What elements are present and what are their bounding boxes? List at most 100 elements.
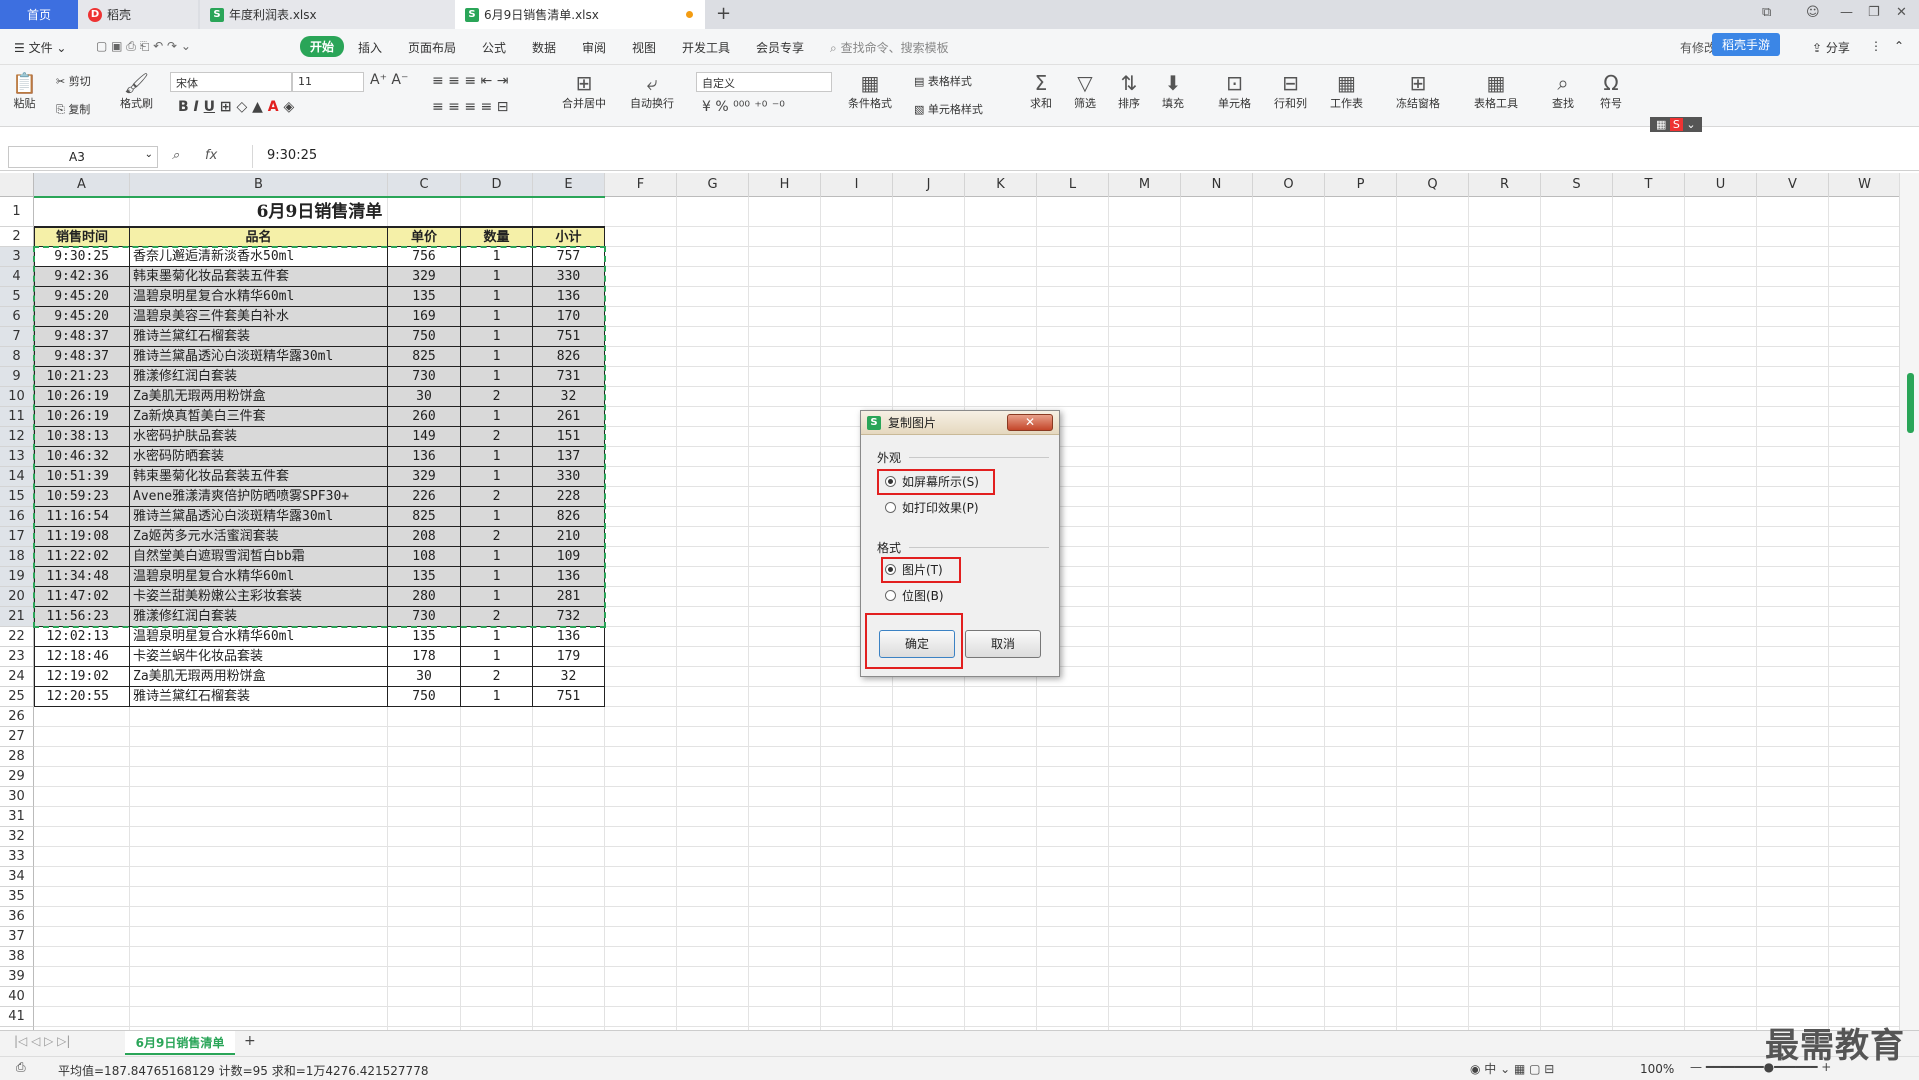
table-cell[interactable]: 1 <box>461 287 533 307</box>
table-cell[interactable]: 韩束墨菊化妆品套装五件套 <box>130 267 388 287</box>
table-cell[interactable]: 1 <box>461 407 533 427</box>
row-header-23[interactable]: 23 <box>0 647 34 667</box>
number-format-select[interactable]: 自定义 <box>696 72 832 92</box>
header-cell[interactable]: 小计 <box>533 227 605 247</box>
table-cell[interactable]: 1 <box>461 647 533 667</box>
tab-profit-sheet[interactable]: S 年度利润表.xlsx <box>200 0 455 29</box>
header-cell[interactable]: 品名 <box>130 227 388 247</box>
cut-button[interactable]: ✂ 剪切 <box>56 73 91 89</box>
column-header-H[interactable]: H <box>749 173 821 197</box>
table-cell[interactable]: 750 <box>388 687 461 707</box>
column-header-W[interactable]: W <box>1829 173 1899 197</box>
table-cell[interactable]: 9:45:20 <box>34 287 130 307</box>
row-header-32[interactable]: 32 <box>0 827 34 847</box>
column-header-O[interactable]: O <box>1253 173 1325 197</box>
table-cell[interactable]: 香奈儿邂逅清新淡香水50ml <box>130 247 388 267</box>
table-cell[interactable]: 750 <box>388 327 461 347</box>
table-cell[interactable]: 228 <box>533 487 605 507</box>
zoom-level[interactable]: 100% <box>1640 1062 1674 1076</box>
row-header-15[interactable]: 15 <box>0 487 34 507</box>
column-header-F[interactable]: F <box>605 173 677 197</box>
table-cell[interactable]: 雅诗兰黛晶透沁白淡斑精华露30ml <box>130 347 388 367</box>
row-header-11[interactable]: 11 <box>0 407 34 427</box>
table-cell[interactable]: 1 <box>461 447 533 467</box>
table-tools-button[interactable]: ▦ 表格工具 <box>1474 71 1518 111</box>
table-cell[interactable]: 2 <box>461 487 533 507</box>
freeze-panes-button[interactable]: ⊞ 冻结窗格 <box>1396 71 1440 111</box>
column-header-D[interactable]: D <box>461 173 533 197</box>
filter-button[interactable]: ▽ 筛选 <box>1074 71 1096 111</box>
row-header-5[interactable]: 5 <box>0 287 34 307</box>
sheet-title[interactable]: 6月9日销售清单 <box>34 197 605 227</box>
table-cell[interactable]: 330 <box>533 467 605 487</box>
option-bitmap[interactable]: 位图(B) <box>885 587 944 604</box>
table-cell[interactable]: 雅漾修红润白套装 <box>130 367 388 387</box>
ime-toolbar[interactable]: ▦ S ⌄ <box>1650 117 1702 132</box>
row-header-40[interactable]: 40 <box>0 987 34 1007</box>
table-cell[interactable]: 1 <box>461 627 533 647</box>
table-cell[interactable]: 825 <box>388 507 461 527</box>
table-cell[interactable]: 水密码防晒套装 <box>130 447 388 467</box>
table-cell[interactable]: 1 <box>461 687 533 707</box>
table-cell[interactable]: 10:26:19 <box>34 407 130 427</box>
align-icons[interactable]: ≡ ≡ ≡ ≡ ⊟ <box>432 99 508 115</box>
table-cell[interactable]: 9:48:37 <box>34 327 130 347</box>
row-header-10[interactable]: 10 <box>0 387 34 407</box>
table-cell[interactable]: 826 <box>533 347 605 367</box>
row-header-37[interactable]: 37 <box>0 927 34 947</box>
table-cell[interactable]: 135 <box>388 567 461 587</box>
row-header-6[interactable]: 6 <box>0 307 34 327</box>
table-cell[interactable]: 136 <box>533 567 605 587</box>
menu-formula[interactable]: 公式 <box>482 39 506 56</box>
row-header-8[interactable]: 8 <box>0 347 34 367</box>
table-cell[interactable]: 11:16:54 <box>34 507 130 527</box>
row-header-27[interactable]: 27 <box>0 727 34 747</box>
row-header-12[interactable]: 12 <box>0 427 34 447</box>
row-header-38[interactable]: 38 <box>0 947 34 967</box>
table-cell[interactable]: 水密码护肤品套装 <box>130 427 388 447</box>
name-box[interactable]: A3 ⌄ <box>8 146 158 168</box>
row-header-35[interactable]: 35 <box>0 887 34 907</box>
cell-style-button[interactable]: ▧ 单元格样式 <box>914 101 983 117</box>
column-header-I[interactable]: I <box>821 173 893 197</box>
sum-button[interactable]: Σ 求和 <box>1030 71 1052 111</box>
table-cell[interactable]: 雅诗兰黛红石榴套装 <box>130 327 388 347</box>
table-cell[interactable]: 11:56:23 <box>34 607 130 627</box>
table-cell[interactable]: 826 <box>533 507 605 527</box>
conditional-format-button[interactable]: ▦ 条件格式 <box>848 71 892 111</box>
table-cell[interactable]: 1 <box>461 367 533 387</box>
sheet-tab-sales[interactable]: 6月9日销售清单 <box>125 1031 235 1055</box>
zoom-formula-icon[interactable]: ⌕ <box>172 148 179 163</box>
table-cell[interactable]: 137 <box>533 447 605 467</box>
table-cell[interactable]: 1 <box>461 587 533 607</box>
row-header-33[interactable]: 33 <box>0 847 34 867</box>
table-cell[interactable]: 10:38:13 <box>34 427 130 447</box>
tab-daoke[interactable]: D 稻壳 <box>78 0 198 29</box>
row-header-16[interactable]: 16 <box>0 507 34 527</box>
table-cell[interactable]: 732 <box>533 607 605 627</box>
font-size-select[interactable]: 11 <box>292 72 364 92</box>
table-cell[interactable]: 136 <box>533 287 605 307</box>
sort-button[interactable]: ⇅ 排序 <box>1118 71 1140 111</box>
table-cell[interactable]: 2 <box>461 607 533 627</box>
merge-center-button[interactable]: ⊞ 合并居中 <box>562 71 606 111</box>
row-header-9[interactable]: 9 <box>0 367 34 387</box>
table-cell[interactable]: 2 <box>461 427 533 447</box>
table-cell[interactable]: 2 <box>461 667 533 687</box>
menu-member[interactable]: 会员专享 <box>756 39 804 56</box>
table-cell[interactable]: 12:19:02 <box>34 667 130 687</box>
table-cell[interactable]: 卡姿兰甜美粉嫩公主彩妆套装 <box>130 587 388 607</box>
row-header-30[interactable]: 30 <box>0 787 34 807</box>
table-cell[interactable]: 9:45:20 <box>34 307 130 327</box>
row-header-7[interactable]: 7 <box>0 327 34 347</box>
table-cell[interactable]: 280 <box>388 587 461 607</box>
header-cell[interactable]: 销售时间 <box>34 227 130 247</box>
column-header-S[interactable]: S <box>1541 173 1613 197</box>
row-header-22[interactable]: 22 <box>0 627 34 647</box>
table-style-button[interactable]: ▤ 表格样式 <box>914 73 972 89</box>
table-cell[interactable]: 温碧泉明星复合水精华60ml <box>130 627 388 647</box>
table-cell[interactable]: 1 <box>461 307 533 327</box>
changes-indicator[interactable]: 有修改 <box>1680 39 1716 56</box>
table-cell[interactable]: 151 <box>533 427 605 447</box>
table-cell[interactable]: Za姬芮多元水活蜜润套装 <box>130 527 388 547</box>
